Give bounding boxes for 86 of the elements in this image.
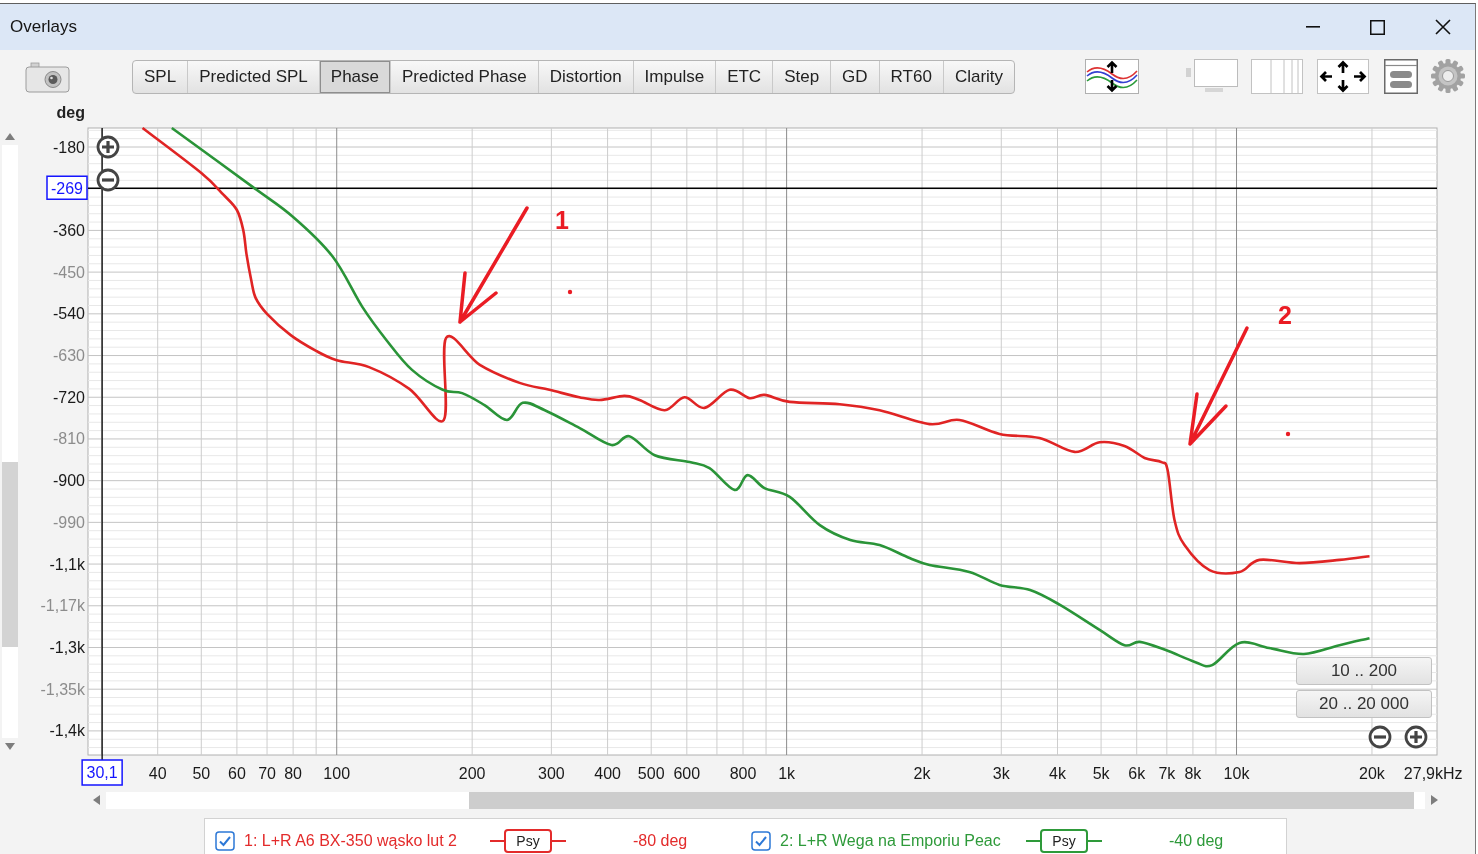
tab[interactable]: RT60	[878, 61, 943, 93]
range-button[interactable]: 10 .. 200	[1296, 657, 1432, 685]
trace-name: 2: L+R Wega na Emporiu Peac	[780, 832, 1002, 850]
window-title: Overlays	[10, 17, 78, 37]
tab[interactable]: Predicted SPL	[187, 61, 319, 93]
tab[interactable]: Predicted Phase	[390, 61, 538, 93]
range-button[interactable]: 20 .. 20 000	[1296, 690, 1432, 718]
x-tick-label: 8k	[1184, 765, 1202, 782]
x-tick-label: 10k	[1223, 765, 1250, 782]
x-tick-label: 400	[594, 765, 621, 782]
x-tick-label: 6k	[1128, 765, 1146, 782]
scroll-down-icon[interactable]	[5, 743, 15, 750]
tab[interactable]: GD	[830, 61, 879, 93]
tab[interactable]: SPL	[133, 61, 188, 93]
y-tick-label: -360	[52, 221, 85, 239]
x-tick-label: 5k	[1092, 765, 1110, 782]
x-tick-label: 20k	[1359, 765, 1385, 782]
scrollbar-track[interactable]	[2, 145, 18, 738]
y-tick-label: -720	[52, 388, 85, 406]
x-tick-label: 3k	[992, 765, 1010, 782]
zoom-out-icon[interactable]	[96, 168, 120, 192]
tab[interactable]: Phase	[318, 61, 391, 93]
x-tick-label: 600	[673, 765, 701, 782]
tab[interactable]: ETC	[715, 61, 773, 93]
x-tick-label: 4k	[1049, 765, 1066, 782]
y-tick-label: -1,4k	[49, 722, 85, 740]
close-icon	[1434, 19, 1451, 35]
ref-line-label: 30,1	[86, 764, 118, 781]
axis-title: deg	[56, 104, 85, 121]
y-tick-label: -1,35k	[40, 680, 85, 698]
annotation-label: 2	[1278, 301, 1292, 329]
x-tick-label: 2k	[913, 765, 931, 782]
x-tick-label: 1k	[778, 765, 796, 782]
scrollbar-track[interactable]	[106, 791, 1425, 809]
trace-name: 1: L+R A6 BX-350 wąsko lut 2	[244, 832, 458, 850]
axis-unit: Hz	[1443, 765, 1463, 782]
y-tick-label: -1,17k	[40, 597, 85, 615]
y-tick-label: -630	[52, 347, 85, 365]
zoom-in-icon[interactable]	[1404, 725, 1428, 749]
x-tick-label: 27,9k	[1403, 765, 1443, 782]
tab[interactable]: Step	[772, 61, 831, 93]
x-tick-label: 50	[192, 765, 211, 782]
x-tick-label: 100	[323, 765, 351, 782]
x-tick-label: 800	[729, 765, 757, 782]
ink-dot-icon	[567, 289, 573, 295]
y-tick-label: -810	[52, 430, 85, 448]
scrollbar-thumb[interactable]	[2, 462, 18, 647]
y-tick-label: -540	[52, 305, 85, 323]
maximize-icon	[1370, 19, 1385, 35]
tab[interactable]: Clarity	[942, 61, 1015, 93]
x-tick-label: 80	[284, 765, 302, 782]
scroll-right-icon[interactable]	[1431, 795, 1438, 805]
tab[interactable]: Distortion	[537, 61, 633, 93]
cursor-readout: 30,1	[81, 759, 123, 786]
x-tick-label: 70	[258, 765, 276, 782]
scroll-up-icon[interactable]	[5, 133, 15, 140]
y-tick-label: -450	[52, 263, 85, 281]
wave-lines-icon[interactable]	[1085, 59, 1139, 94]
camera-icon[interactable]	[25, 62, 70, 93]
x-tick-label: 300	[538, 765, 565, 782]
ink-dot-icon	[1285, 431, 1291, 437]
tab[interactable]: Impulse	[632, 61, 716, 93]
y-tick-label: -180	[52, 138, 85, 156]
settings-icon[interactable]	[1431, 59, 1465, 93]
x-tick-label: 500	[637, 765, 665, 782]
checkbox[interactable]	[751, 831, 771, 851]
zoom-out-icon[interactable]	[1368, 725, 1392, 749]
panel-icon[interactable]	[1384, 59, 1418, 94]
y-tick-label: -1,3k	[49, 639, 85, 656]
cursor-readout: -269	[46, 175, 88, 200]
zoom-in-icon[interactable]	[96, 135, 120, 159]
x-tick-label: 60	[228, 765, 246, 782]
scroll-left-icon[interactable]	[93, 795, 100, 805]
y-tick-label: -1,1k	[49, 555, 85, 573]
trace-offset: -80 deg	[633, 832, 688, 850]
x-tick-label: 7k	[1158, 765, 1176, 782]
x-tick-label: 40	[148, 765, 167, 782]
y-tick-label: -990	[52, 513, 85, 531]
minimize-icon	[1305, 26, 1320, 28]
x-tick-label: 200	[458, 765, 486, 782]
annotation-label: 1	[555, 206, 569, 234]
y-tick-label: -900	[52, 472, 85, 490]
scrollbar-thumb[interactable]	[469, 791, 1414, 809]
checkbox[interactable]	[215, 831, 235, 851]
trace-offset: -40 deg	[1169, 832, 1224, 850]
move-arrows-icon[interactable]	[1317, 59, 1369, 94]
